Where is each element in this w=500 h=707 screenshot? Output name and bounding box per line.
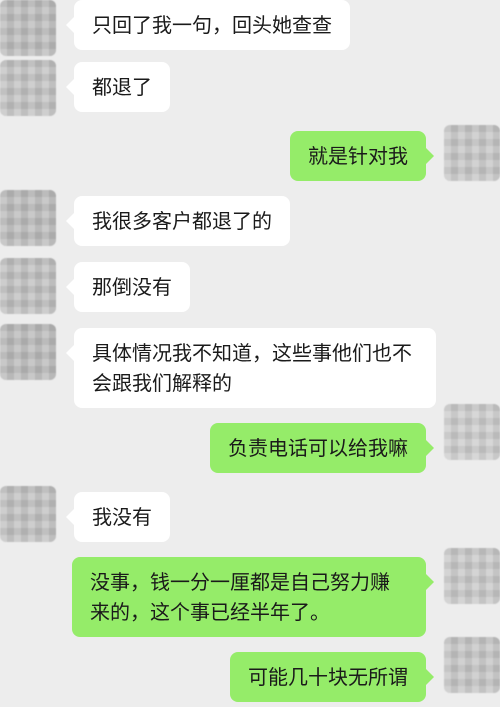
- outgoing-message-bubble[interactable]: 没事，钱一分一厘都是自己努力赚来的，这个事已经半年了。: [72, 557, 434, 637]
- contact-avatar[interactable]: [0, 190, 56, 246]
- incoming-message-bubble[interactable]: 我没有: [66, 492, 170, 542]
- outgoing-message-bubble[interactable]: 负责电话可以给我嘛: [210, 423, 434, 473]
- incoming-message-bubble[interactable]: 那倒没有: [66, 262, 190, 312]
- user-avatar[interactable]: [444, 548, 500, 604]
- chat-conversation: 只回了我一句，回头她查查 都退了 就是针对我 我很多客户都退了的 那倒没有 具体…: [0, 0, 500, 707]
- incoming-message-bubble[interactable]: 只回了我一句，回头她查查: [66, 0, 350, 50]
- outgoing-message-bubble[interactable]: 就是针对我: [290, 131, 434, 181]
- message-text: 那倒没有: [92, 275, 172, 299]
- message-text: 可能几十块无所谓: [248, 665, 408, 689]
- contact-avatar[interactable]: [0, 60, 56, 116]
- message-text: 我没有: [92, 505, 152, 529]
- message-text: 就是针对我: [308, 144, 408, 168]
- contact-avatar[interactable]: [0, 258, 56, 314]
- contact-avatar[interactable]: [0, 324, 56, 380]
- message-text: 没事，钱一分一厘都是自己努力赚来的，这个事已经半年了。: [90, 570, 390, 624]
- message-text: 具体情况我不知道，这些事他们也不会跟我们解释的: [92, 341, 412, 395]
- outgoing-message-bubble[interactable]: 可能几十块无所谓: [230, 652, 434, 702]
- incoming-message-bubble[interactable]: 都退了: [66, 62, 170, 112]
- message-text: 负责电话可以给我嘛: [228, 436, 408, 460]
- message-text: 只回了我一句，回头她查查: [92, 13, 332, 37]
- message-text: 都退了: [92, 75, 152, 99]
- incoming-message-bubble[interactable]: 具体情况我不知道，这些事他们也不会跟我们解释的: [66, 328, 436, 408]
- incoming-message-bubble[interactable]: 我很多客户都退了的: [66, 196, 290, 246]
- user-avatar[interactable]: [444, 125, 500, 181]
- message-text: 我很多客户都退了的: [92, 209, 272, 233]
- contact-avatar[interactable]: [0, 0, 56, 56]
- user-avatar[interactable]: [444, 404, 500, 460]
- user-avatar[interactable]: [444, 637, 500, 693]
- contact-avatar[interactable]: [0, 486, 56, 542]
